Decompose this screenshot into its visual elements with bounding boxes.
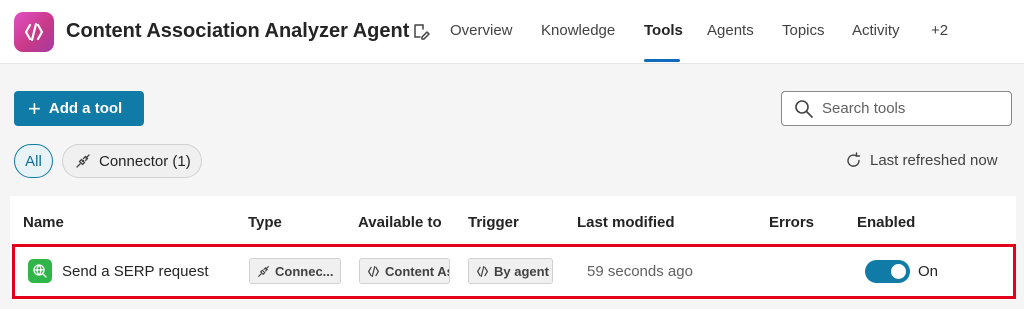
plug-connector-icon xyxy=(75,153,91,169)
active-tab-indicator xyxy=(644,59,680,62)
column-header-trigger[interactable]: Trigger xyxy=(468,214,519,231)
tab-agents[interactable]: Agents xyxy=(707,22,754,39)
refresh-button[interactable]: Last refreshed now xyxy=(845,152,998,169)
add-tool-label: Add a tool xyxy=(48,100,123,117)
tab-topics[interactable]: Topics xyxy=(782,22,825,39)
type-badge-label: Connec... xyxy=(275,263,334,279)
tab-tools[interactable]: Tools xyxy=(644,22,683,39)
filter-chip-all[interactable]: All xyxy=(14,144,53,178)
plus-icon: + xyxy=(28,95,41,121)
tab-more-overflow[interactable]: +2 xyxy=(931,22,948,39)
enabled-toggle[interactable] xyxy=(865,260,910,283)
column-header-type[interactable]: Type xyxy=(248,214,282,231)
type-badge: Connec... xyxy=(249,258,341,284)
search-input[interactable] xyxy=(822,100,1002,117)
edit-settings-icon[interactable] xyxy=(411,22,431,42)
trigger-label: By agent xyxy=(494,263,549,279)
column-header-errors[interactable]: Errors xyxy=(769,214,814,231)
agent-title: Content Association Analyzer Agent xyxy=(66,20,410,42)
filter-chip-connector-label: Connector (1) xyxy=(99,152,191,170)
refresh-icon xyxy=(845,152,862,169)
search-box[interactable] xyxy=(781,91,1012,126)
available-to-badge: Content As xyxy=(359,258,450,284)
search-icon xyxy=(794,99,814,119)
add-tool-button[interactable]: + Add a tool xyxy=(14,91,144,126)
column-header-available-to[interactable]: Available to xyxy=(358,214,442,231)
trigger-badge: By agent xyxy=(468,258,553,284)
app-header: Content Association Analyzer Agent Overv… xyxy=(0,0,1024,64)
refresh-label: Last refreshed now xyxy=(870,152,998,169)
code-brackets-icon xyxy=(476,265,489,278)
available-to-label: Content As xyxy=(385,263,450,279)
tools-table: Name Type Available to Trigger Last modi… xyxy=(10,196,1016,300)
toggle-knob xyxy=(891,264,906,279)
globe-search-icon xyxy=(28,259,52,283)
tab-overview[interactable]: Overview xyxy=(450,22,513,39)
code-brackets-icon xyxy=(367,265,380,278)
tool-name-link[interactable]: Send a SERP request xyxy=(62,263,208,280)
tab-knowledge[interactable]: Knowledge xyxy=(541,22,615,39)
plug-connector-icon xyxy=(257,265,270,278)
column-header-enabled[interactable]: Enabled xyxy=(857,214,915,231)
code-brackets-icon xyxy=(14,12,54,52)
last-modified-value: 59 seconds ago xyxy=(587,263,693,280)
filter-chip-connector[interactable]: Connector (1) xyxy=(62,144,202,178)
column-header-last-modified[interactable]: Last modified xyxy=(577,214,675,231)
enabled-toggle-label: On xyxy=(918,263,939,280)
column-header-name[interactable]: Name xyxy=(23,214,64,231)
tab-activity[interactable]: Activity xyxy=(852,22,900,39)
